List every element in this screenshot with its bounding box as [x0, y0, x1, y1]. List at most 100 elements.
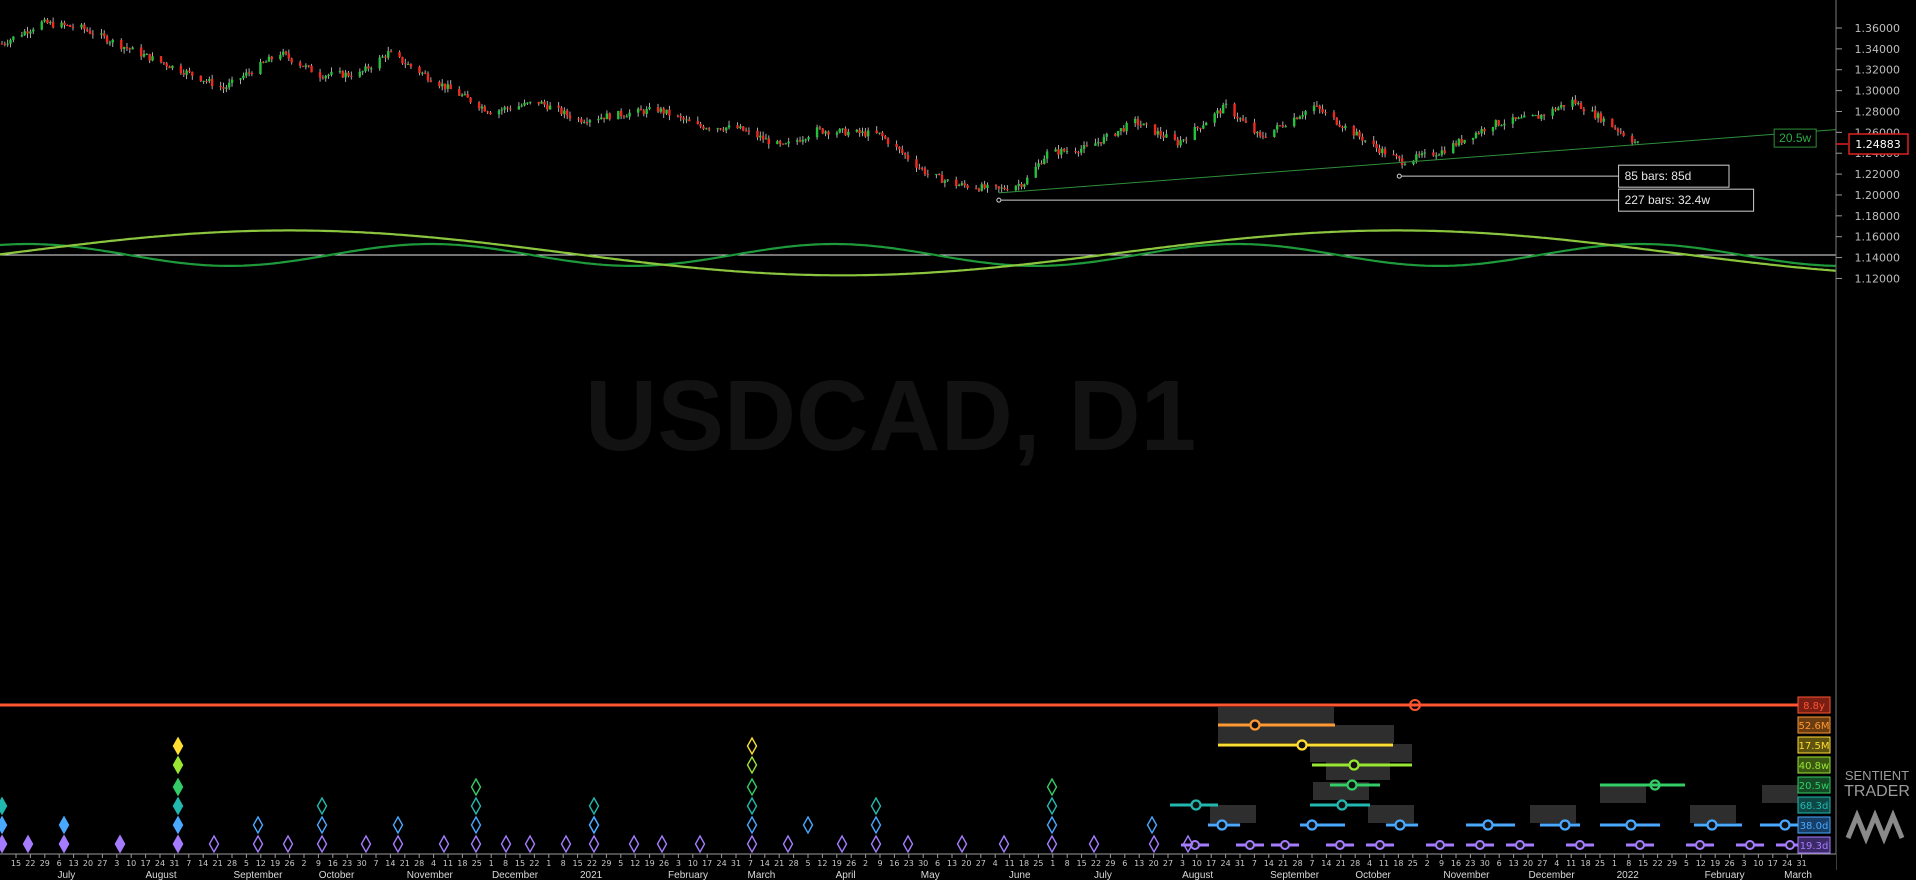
cycle-phase-marker[interactable]: [1245, 840, 1255, 850]
candle-body: [1193, 126, 1196, 140]
cycle-phase-marker[interactable]: [1280, 840, 1290, 850]
candle-body: [1213, 113, 1216, 123]
measure-anchor[interactable]: [1396, 173, 1402, 179]
cycle-phase-marker[interactable]: [1779, 819, 1791, 831]
candle-body: [406, 63, 410, 65]
candle-body: [963, 183, 966, 186]
candle-body: [63, 22, 66, 26]
date-tick-label: 30: [918, 859, 928, 868]
date-tick-label: 23: [342, 859, 352, 868]
cycle-phase-marker[interactable]: [1482, 819, 1494, 831]
candle-body: [1599, 113, 1603, 122]
candle-body: [1105, 133, 1108, 137]
cycle-phase-marker[interactable]: [1785, 840, 1795, 850]
candle-body: [438, 81, 441, 87]
cycle-phase-marker[interactable]: [1348, 759, 1360, 771]
brand-line-1: SENTIENT: [1845, 768, 1909, 783]
cycle-phase-marker[interactable]: [1296, 739, 1308, 751]
cycle-phase-marker[interactable]: [1635, 840, 1645, 850]
candle-body: [529, 101, 532, 103]
date-tick-label: 20: [83, 859, 93, 868]
candle-body: [1233, 103, 1236, 117]
candle-body: [441, 83, 444, 87]
cycle-phase-marker[interactable]: [1336, 799, 1348, 811]
date-tick-label: 6: [1122, 859, 1127, 868]
cycle-projection-box: [1218, 725, 1394, 743]
cycle-phase-marker[interactable]: [1335, 840, 1345, 850]
cycle-phase-marker[interactable]: [1515, 840, 1525, 850]
candle-body: [341, 71, 344, 78]
cycle-phase-marker[interactable]: [1745, 840, 1755, 850]
cycle-phase-marker[interactable]: [1394, 819, 1406, 831]
candle-body: [46, 19, 49, 24]
cycle-phase-marker[interactable]: [1190, 799, 1202, 811]
cycle-phase-marker[interactable]: [1435, 840, 1445, 850]
date-tick-label: 4: [1367, 859, 1372, 868]
candle-body: [1460, 139, 1463, 144]
date-tick-label: 16: [889, 859, 899, 868]
cycle-phase-marker[interactable]: [1625, 819, 1637, 831]
candle-body: [1463, 139, 1466, 144]
date-tick-label: 18: [457, 859, 467, 868]
month-label: October: [1355, 870, 1391, 880]
candle-body: [568, 115, 572, 119]
candle-body: [210, 79, 214, 87]
date-tick-label: 22: [529, 859, 539, 868]
candle-body: [537, 101, 540, 104]
candle-body: [625, 116, 628, 118]
measure-anchor[interactable]: [996, 197, 1002, 203]
cycle-phase-marker[interactable]: [1475, 840, 1485, 850]
cycle-phase-marker[interactable]: [1706, 819, 1718, 831]
date-tick-label: 5: [244, 859, 249, 868]
candle-body: [796, 140, 799, 142]
candle-body: [1315, 105, 1319, 107]
cycle-phase-marker[interactable]: [1695, 840, 1705, 850]
cycle-period-label: 8.8y: [1803, 701, 1825, 712]
candle-body: [120, 39, 123, 49]
candle-body: [1119, 128, 1123, 132]
price-tick-label: 1.36000: [1855, 22, 1901, 35]
candle-body: [1551, 108, 1554, 116]
candle-body: [920, 167, 924, 169]
date-tick-label: 3: [1741, 859, 1746, 868]
candle-body: [1182, 139, 1185, 141]
cycle-phase-marker[interactable]: [1346, 779, 1358, 791]
candle-body: [208, 79, 211, 82]
candle-body: [188, 70, 191, 72]
candle-body: [122, 47, 126, 49]
candle-body: [148, 53, 151, 61]
candle-body: [6, 43, 9, 45]
candle-body: [867, 130, 870, 137]
candle-body: [1611, 118, 1614, 128]
candle-body: [1395, 155, 1398, 157]
candle-body: [957, 184, 961, 187]
cycle-phase-marker[interactable]: [1559, 819, 1571, 831]
cycle-phase-marker[interactable]: [1216, 819, 1228, 831]
date-tick-label: 25: [472, 859, 482, 868]
brand-line-2: TRADER: [1844, 783, 1910, 800]
cycle-phase-marker[interactable]: [1575, 840, 1585, 850]
candle-body: [1176, 139, 1179, 146]
date-tick-label: 14: [1264, 859, 1274, 868]
candle-body: [557, 105, 560, 108]
candle-body: [966, 185, 969, 188]
candle-body: [685, 119, 688, 121]
date-tick-label: 13: [947, 859, 957, 868]
candle-body: [1241, 118, 1245, 121]
cycle-phase-marker[interactable]: [1375, 840, 1385, 850]
cycle-phase-marker[interactable]: [1306, 819, 1318, 831]
cycle-period-label: 17.5M: [1799, 741, 1830, 752]
date-tick-label: 11: [1566, 859, 1576, 868]
date-tick-label: 29: [1105, 859, 1115, 868]
cycle-period-label: 20.5w: [1799, 781, 1829, 792]
candle-body: [1060, 148, 1063, 155]
candle-body: [517, 106, 521, 110]
candle-body: [43, 19, 46, 22]
candle-body: [1136, 118, 1140, 126]
candle-body: [1494, 120, 1498, 128]
candle-body: [540, 101, 543, 104]
cycle-phase-marker[interactable]: [1249, 719, 1261, 731]
candle-body: [1537, 115, 1540, 119]
date-tick-label: 30: [357, 859, 367, 868]
symbol-watermark: USDCAD, D1: [585, 360, 1196, 472]
